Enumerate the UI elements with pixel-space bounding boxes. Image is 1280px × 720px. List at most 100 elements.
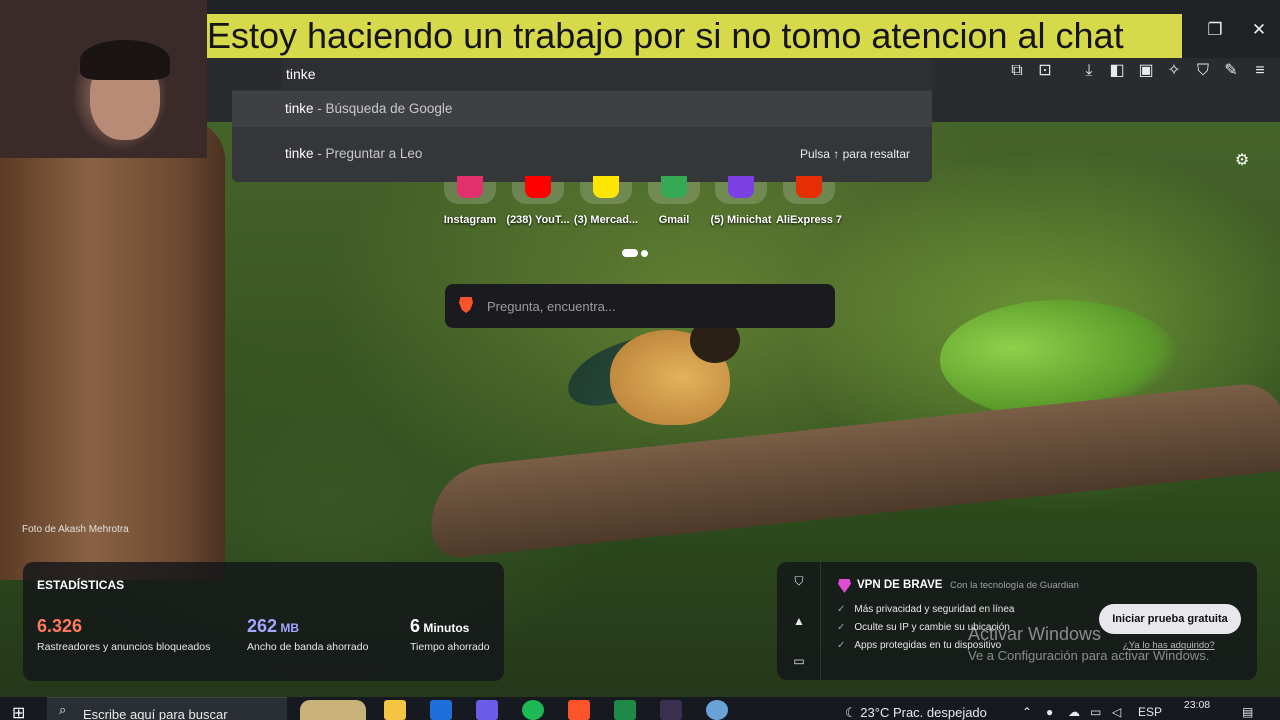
vpn-feature-text: Más privacidad y seguridad en línea bbox=[854, 604, 1015, 615]
photo-credit[interactable]: Foto de Akash Mehrotra bbox=[22, 524, 129, 535]
webcam-hair bbox=[80, 40, 170, 80]
stat-desc: Ancho de banda ahorrado bbox=[247, 641, 369, 653]
brave-logo-icon bbox=[459, 297, 473, 313]
screenshot-icon[interactable]: ⊡ bbox=[1034, 60, 1056, 82]
site-tile bbox=[512, 176, 564, 204]
menu-icon[interactable]: ≡ bbox=[1249, 60, 1271, 82]
stats-widget: ESTADÍSTICAS 6.326 Rastreadores y anunci… bbox=[23, 562, 504, 681]
taskbar-search[interactable]: ⌕ Escribe aquí para buscar bbox=[47, 697, 287, 720]
suggestion-google[interactable]: tinke - Búsqueda de Google bbox=[232, 91, 932, 127]
vpn-logo-icon bbox=[838, 579, 851, 593]
vpn-title: VPN DE BRAVE bbox=[857, 579, 943, 591]
top-site-minichat[interactable]: (5) Minichat bbox=[707, 176, 775, 226]
stat-trackers: 6.326 Rastreadores y anuncios bloqueados bbox=[37, 616, 210, 653]
sidebar-icon[interactable]: ◧ bbox=[1106, 60, 1128, 82]
suggestion-query: tinke bbox=[285, 101, 314, 116]
warning-icon[interactable]: ▲ bbox=[791, 614, 807, 630]
page-dot[interactable] bbox=[641, 250, 648, 257]
minichat-icon bbox=[728, 176, 754, 198]
network-icon[interactable]: ▭ bbox=[1090, 705, 1101, 719]
gear-icon[interactable]: ⚙ bbox=[1232, 150, 1252, 170]
suggestion-query: tinke bbox=[285, 146, 314, 161]
weather-icon: ☾ bbox=[845, 705, 861, 720]
microphone-icon[interactable]: ● bbox=[1046, 705, 1053, 719]
mercadolibre-icon bbox=[593, 176, 619, 198]
site-label: Gmail bbox=[658, 214, 690, 226]
paint-icon[interactable] bbox=[706, 700, 728, 720]
close-window-icon[interactable]: ✕ bbox=[1244, 20, 1274, 46]
wallet-icon[interactable]: ▣ bbox=[1135, 60, 1157, 82]
weather-widget[interactable]: ☾ 23°C Prac. despejado bbox=[845, 705, 987, 720]
stat-desc: Tiempo ahorrado bbox=[410, 641, 490, 653]
spotify-icon[interactable] bbox=[522, 700, 544, 720]
search-input[interactable] bbox=[487, 294, 817, 318]
top-site-gmail[interactable]: Gmail bbox=[640, 176, 708, 226]
excel-icon[interactable] bbox=[614, 700, 636, 720]
activate-subtitle: Ve a Configuración para activar Windows. bbox=[968, 648, 1210, 663]
suggestion-description: - Búsqueda de Google bbox=[313, 101, 453, 116]
download-icon[interactable]: ⤓ bbox=[1078, 60, 1100, 82]
video-icon[interactable]: ▭ bbox=[791, 654, 807, 670]
page-dot-active[interactable] bbox=[622, 249, 638, 257]
wallpaper-tree-trunk bbox=[0, 120, 225, 580]
mail-icon[interactable] bbox=[430, 700, 452, 720]
stats-title: ESTADÍSTICAS bbox=[37, 578, 125, 592]
site-label: Instagram bbox=[443, 214, 497, 226]
taskbar-search-text: Escribe aquí para buscar bbox=[83, 707, 228, 720]
top-site-aliexpress[interactable]: AliExpress 7 bbox=[775, 176, 843, 226]
vpn-feature: ✓ Más privacidad y seguridad en línea bbox=[837, 604, 1014, 615]
activate-windows-watermark: Activar Windows Ve a Configuración para … bbox=[968, 624, 1209, 663]
stat-value: 262 bbox=[247, 616, 278, 636]
top-site-mercadolibre[interactable]: (3) Mercad... bbox=[572, 176, 640, 226]
restore-window-icon[interactable]: ❐ bbox=[1200, 20, 1230, 46]
vpn-shield-icon[interactable]: ⛉ bbox=[1192, 60, 1214, 82]
taskbar: ⊞ ⌕ Escribe aquí para buscar ☾ 23°C Prac… bbox=[0, 697, 1280, 720]
extensions-icon[interactable]: ⧉ bbox=[1006, 60, 1028, 82]
chevron-up-icon[interactable]: ⌃ bbox=[1022, 705, 1032, 719]
site-label: AliExpress 7 bbox=[775, 214, 843, 226]
site-tile bbox=[444, 176, 496, 204]
shield-icon[interactable]: ⛉ bbox=[791, 574, 807, 590]
clock[interactable]: 23:08 bbox=[1182, 699, 1212, 711]
aliexpress-icon bbox=[796, 176, 822, 198]
language-indicator[interactable]: ESP bbox=[1138, 705, 1162, 719]
stream-caption: Estoy haciendo un trabajo por si no tomo… bbox=[207, 14, 1182, 58]
notifications-icon[interactable]: ▤ bbox=[1242, 705, 1253, 719]
copilot-icon[interactable] bbox=[476, 700, 498, 720]
search-icon: ⌕ bbox=[59, 702, 67, 717]
suggestion-description: - Preguntar a Leo bbox=[313, 146, 423, 161]
stat-desc: Rastreadores y anuncios bloqueados bbox=[37, 641, 211, 653]
top-site-youtube[interactable]: (238) YouT... bbox=[504, 176, 572, 226]
leo-ai-icon[interactable]: ✧ bbox=[1163, 60, 1185, 82]
stat-unit: MB bbox=[277, 621, 300, 635]
site-tile bbox=[715, 176, 767, 204]
file-explorer-icon[interactable] bbox=[384, 700, 406, 720]
gmail-icon bbox=[661, 176, 687, 198]
webcam-overlay bbox=[0, 0, 207, 158]
address-bar[interactable] bbox=[282, 58, 932, 90]
site-tile bbox=[648, 176, 700, 204]
volume-icon[interactable]: ◁ bbox=[1112, 705, 1121, 719]
top-site-instagram[interactable]: Instagram bbox=[436, 176, 504, 226]
site-label: (3) Mercad... bbox=[573, 214, 639, 226]
stat-time: 6 Minutos Tiempo ahorrado bbox=[410, 616, 490, 653]
search-highlight-icon[interactable] bbox=[300, 700, 366, 720]
stat-unit: Minutos bbox=[420, 621, 470, 635]
top-sites-pagination bbox=[622, 244, 651, 262]
windows-start-icon[interactable]: ⊞ bbox=[12, 703, 30, 720]
stat-bandwidth: 262 MB Ancho de banda ahorrado bbox=[247, 616, 368, 653]
activate-title: Activar Windows bbox=[968, 624, 1102, 644]
pen-icon[interactable]: ✎ bbox=[1220, 60, 1242, 82]
weather-text: 23°C Prac. despejado bbox=[860, 705, 987, 720]
instagram-icon bbox=[457, 176, 483, 198]
vpn-subtitle: Con la tecnología de Guardian bbox=[950, 580, 1079, 591]
site-label: (5) Minichat bbox=[710, 214, 772, 226]
stat-value: 6 bbox=[410, 616, 421, 636]
onedrive-icon[interactable]: ☁ bbox=[1068, 705, 1080, 719]
suggestion-leo[interactable]: tinke - Preguntar a Leo Pulsa ↑ para res… bbox=[232, 136, 932, 172]
app-icon[interactable] bbox=[660, 700, 682, 720]
address-input[interactable] bbox=[286, 62, 906, 86]
brave-icon[interactable] bbox=[568, 700, 590, 720]
widget-switcher: ⛉ ▲ ▭ bbox=[777, 562, 821, 680]
search-box[interactable] bbox=[445, 284, 835, 328]
